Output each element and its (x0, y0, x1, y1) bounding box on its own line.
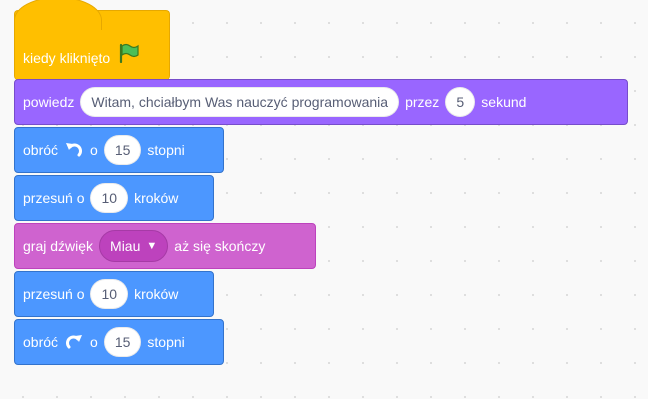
steps-label: kroków (134, 190, 179, 206)
say-label: powiedz (23, 94, 75, 110)
seconds-input[interactable]: 5 (445, 87, 476, 117)
hat-cap (14, 0, 102, 30)
message-input[interactable]: Witam, chciałbym Was nauczyć programowan… (80, 87, 400, 117)
green-flag-icon (118, 43, 140, 66)
hat-label: kiedy kliknięto (23, 50, 111, 66)
move-steps-block[interactable]: przesuń o 10 kroków (14, 271, 214, 317)
by-label: o (90, 142, 98, 158)
turn-label: obróć (23, 334, 59, 350)
dropdown-arrow-icon: ▼ (146, 240, 158, 252)
turn-right-block[interactable]: obróć o 15 stopni (14, 319, 224, 365)
steps-input[interactable]: 10 (90, 279, 129, 309)
turn-label: obróć (23, 142, 59, 158)
move-label: przesuń o (23, 286, 85, 302)
play-sound-until-done-block[interactable]: graj dźwięk Miau ▼ aż się skończy (14, 223, 316, 269)
steps-label: kroków (134, 286, 179, 302)
rotate-left-icon (64, 140, 84, 160)
until-done-label: aż się skończy (174, 238, 266, 254)
when-flag-clicked-block[interactable]: kiedy kliknięto (14, 0, 170, 80)
steps-input[interactable]: 10 (90, 183, 129, 213)
degrees-input[interactable]: 15 (103, 327, 142, 357)
code-script: kiedy kliknięto powiedz Witam, chciałbym… (14, 0, 628, 365)
sound-dropdown[interactable]: Miau ▼ (99, 230, 169, 262)
degrees-input[interactable]: 15 (103, 135, 142, 165)
degrees-label: stopni (147, 334, 185, 350)
say-for-secs-block[interactable]: powiedz Witam, chciałbym Was nauczyć pro… (14, 79, 628, 125)
move-steps-block[interactable]: przesuń o 10 kroków (14, 175, 214, 221)
turn-left-block[interactable]: obróć o 15 stopni (14, 127, 224, 173)
degrees-label: stopni (147, 142, 185, 158)
move-label: przesuń o (23, 190, 85, 206)
sound-name: Miau (110, 238, 141, 254)
play-sound-label: graj dźwięk (23, 238, 94, 254)
rotate-right-icon (64, 332, 84, 352)
by-label: o (90, 334, 98, 350)
for-label: przez (405, 94, 440, 110)
seconds-label: sekund (481, 94, 527, 110)
